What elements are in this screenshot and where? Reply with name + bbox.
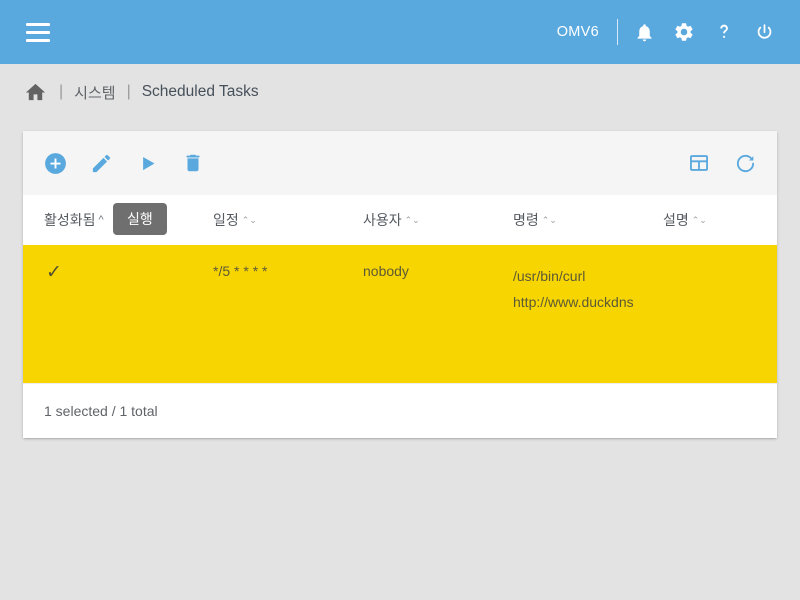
run-button-tooltip: 실행	[113, 203, 167, 235]
column-label-description: 설명	[663, 212, 689, 228]
notifications-bell-icon[interactable]	[624, 12, 664, 52]
hamburger-line	[26, 22, 50, 26]
column-header-description[interactable]: 설명 ⌃⌄	[663, 195, 777, 245]
cell-enabled: ✓	[23, 245, 119, 383]
column-label-schedule: 일정	[213, 212, 239, 228]
delete-button[interactable]	[179, 149, 207, 177]
selection-status: 1 selected / 1 total	[44, 403, 158, 419]
column-header-command[interactable]: 명령 ⌃⌄	[513, 195, 663, 245]
table-row[interactable]: ✓ */5 * * * * nobody /usr/bin/curl http:…	[23, 245, 777, 383]
sort-indicator: ⌃⌄	[691, 214, 707, 225]
table-body: ✓ */5 * * * * nobody /usr/bin/curl http:…	[23, 245, 777, 383]
column-header-schedule[interactable]: 일정 ⌃⌄	[213, 195, 363, 245]
cell-schedule: */5 * * * *	[213, 263, 268, 279]
sort-indicator-asc: ^	[98, 213, 104, 226]
sort-indicator: ⌃⌄	[541, 214, 557, 225]
cell-description	[663, 245, 777, 383]
table-footer: 1 selected / 1 total	[23, 383, 777, 438]
grid-columns-icon[interactable]	[685, 149, 713, 177]
app-bar-divider	[617, 19, 618, 45]
column-header-user[interactable]: 사용자 ⌃⌄	[363, 195, 513, 245]
toolbar-right-group	[685, 149, 759, 177]
breadcrumb-separator: |	[59, 83, 64, 100]
sort-indicator: ⌃⌄	[404, 214, 420, 225]
settings-gear-icon[interactable]	[664, 12, 704, 52]
breadcrumb-separator: |	[126, 83, 131, 100]
column-header-enabled[interactable]: 활성화됨 ^	[23, 195, 119, 245]
refresh-icon[interactable]	[731, 149, 759, 177]
home-icon[interactable]	[24, 80, 48, 104]
command-line-1: /usr/bin/curl	[513, 268, 586, 284]
brand-label: OMV6	[556, 24, 599, 40]
power-icon[interactable]	[744, 12, 784, 52]
app-bar-right-group: OMV6	[557, 12, 784, 52]
column-label-enabled: 활성화됨	[44, 212, 96, 228]
column-label-user: 사용자	[363, 212, 402, 228]
hamburger-icon[interactable]	[22, 16, 54, 48]
breadcrumb-item-system[interactable]: 시스템	[74, 82, 115, 103]
scheduled-tasks-card: 활성화됨 ^ 실행 일정 ⌃⌄ 사용자	[23, 131, 777, 438]
cell-user: nobody	[363, 263, 409, 279]
run-button[interactable]	[133, 149, 161, 177]
command-line-2: http://www.duckdns	[513, 294, 634, 310]
help-question-icon[interactable]	[704, 12, 744, 52]
edit-button[interactable]	[87, 149, 115, 177]
check-icon: ✓	[46, 262, 62, 283]
app-bar: OMV6	[0, 0, 800, 64]
hamburger-line	[26, 38, 50, 42]
cell-exec	[119, 245, 213, 383]
datatable-toolbar	[23, 131, 777, 195]
add-button[interactable]	[41, 149, 69, 177]
breadcrumb-item-current: Scheduled Tasks	[141, 83, 259, 100]
column-label-command: 명령	[513, 212, 539, 228]
hamburger-line	[26, 30, 50, 34]
toolbar-left-group	[41, 149, 207, 177]
cell-command: /usr/bin/curl http://www.duckdns	[513, 245, 663, 383]
breadcrumb: | 시스템 | Scheduled Tasks	[0, 64, 800, 120]
sort-indicator: ⌃⌄	[241, 214, 257, 225]
